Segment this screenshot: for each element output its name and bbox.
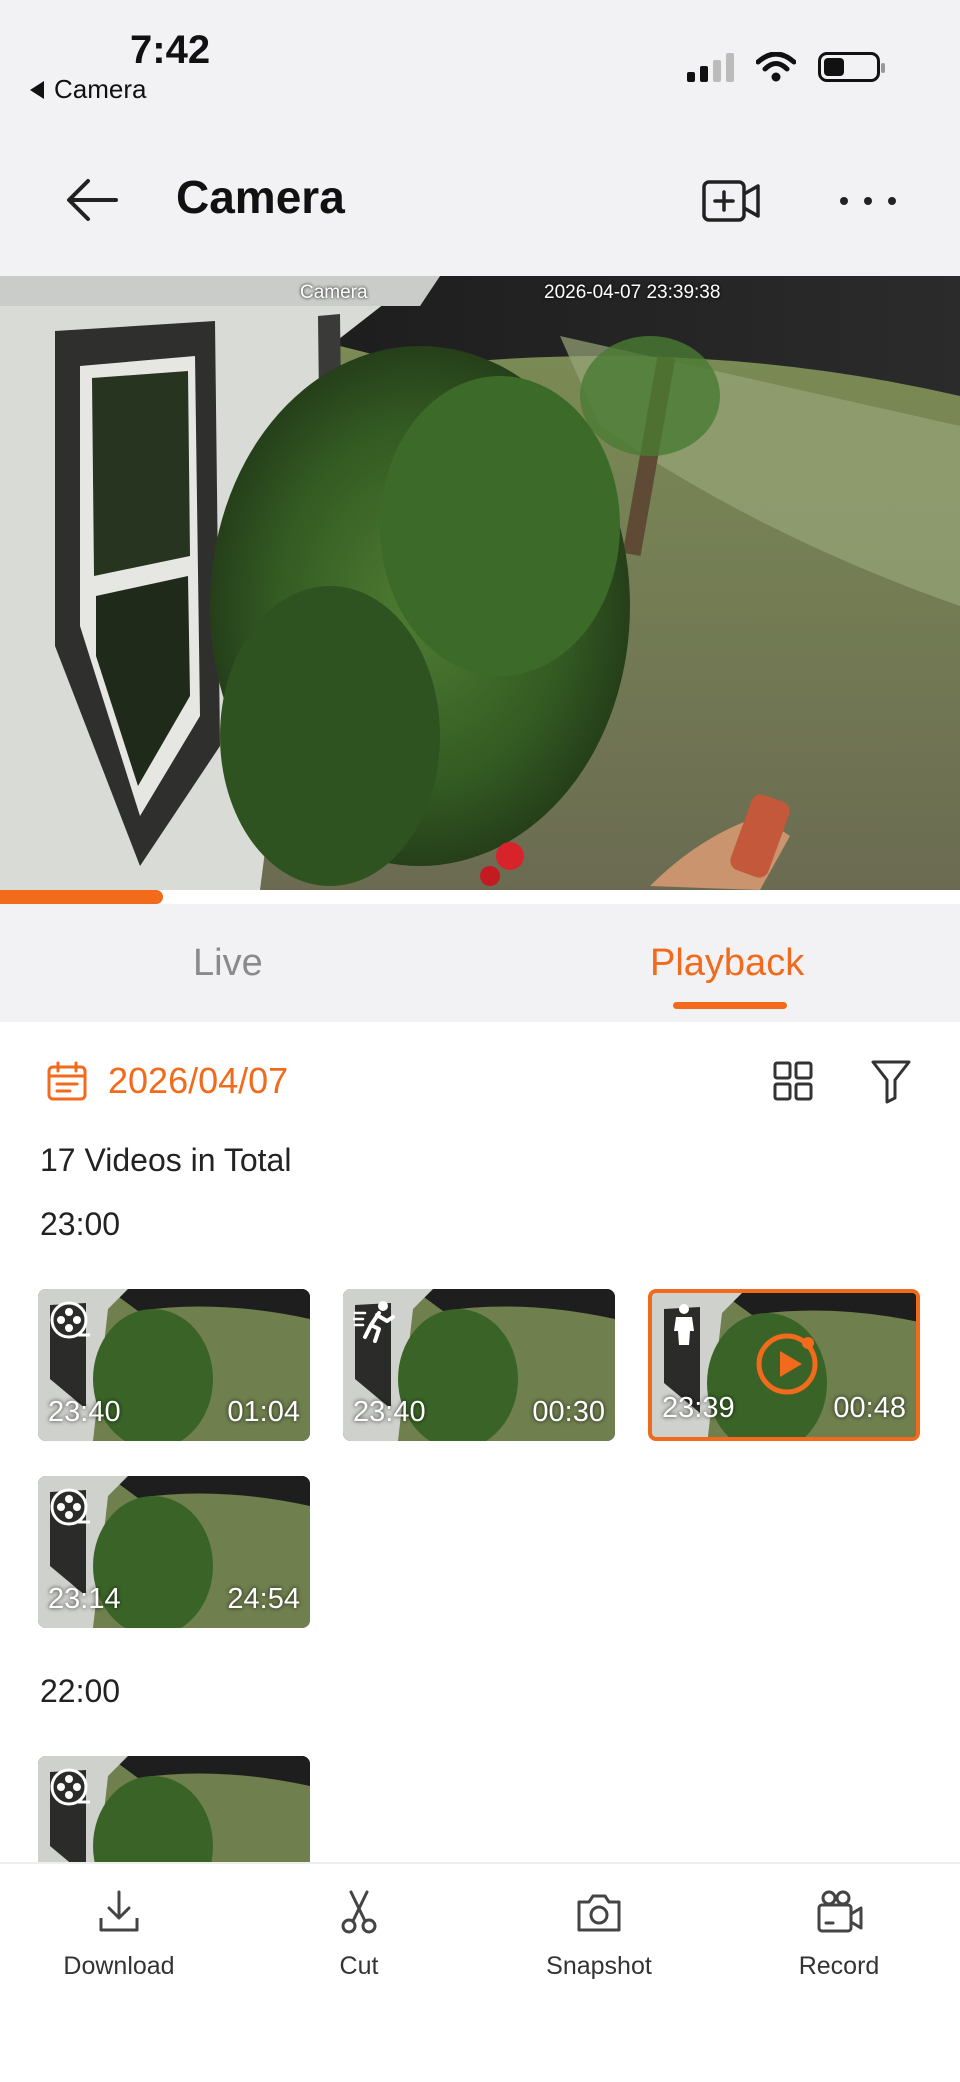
battery-icon bbox=[818, 52, 885, 82]
more-dot bbox=[888, 197, 896, 205]
view-tabs: Live Playback bbox=[0, 904, 960, 1022]
video-clip-thumbnail-selected[interactable]: 23:39 00:48 bbox=[648, 1289, 920, 1441]
back-app-label: Camera bbox=[54, 74, 147, 104]
active-tab-indicator bbox=[673, 1002, 787, 1009]
clip-duration: 00:30 bbox=[532, 1396, 605, 1428]
record-button[interactable]: Record bbox=[749, 1888, 929, 1981]
cut-button[interactable]: Cut bbox=[269, 1888, 449, 1981]
more-button[interactable] bbox=[840, 176, 896, 226]
playback-progress-fill bbox=[0, 890, 164, 904]
date-picker[interactable]: 2026/04/07 bbox=[108, 1060, 288, 1102]
status-icons bbox=[687, 52, 885, 82]
record-label: Record bbox=[798, 1952, 880, 1980]
camera-view-image bbox=[0, 276, 960, 890]
clip-start-time: 23:40 bbox=[353, 1396, 426, 1428]
calendar-icon[interactable] bbox=[46, 1060, 88, 1102]
osd-timestamp: 2026-04-07 23:39:38 bbox=[544, 282, 721, 303]
video-player[interactable]: Camera 2026-04-07 23:39:38 bbox=[0, 276, 960, 890]
clip-duration: 00:48 bbox=[833, 1392, 906, 1424]
download-icon bbox=[99, 1890, 139, 1932]
cut-label: Cut bbox=[339, 1952, 379, 1980]
clip-start-time: 23:14 bbox=[48, 1583, 121, 1615]
motion-icon bbox=[353, 1301, 395, 1343]
clip-duration: 24:54 bbox=[227, 1583, 300, 1615]
download-button[interactable]: Download bbox=[29, 1888, 209, 1981]
date-filter-row: 2026/04/07 bbox=[0, 1022, 960, 1138]
status-bar: 7:42 Camera bbox=[0, 0, 960, 130]
video-clip-thumbnail[interactable]: 23:40 01:04 bbox=[38, 1289, 310, 1441]
cellular-signal-icon bbox=[687, 52, 734, 82]
clip-start-time: 23:39 bbox=[662, 1392, 735, 1424]
grid-view-icon[interactable] bbox=[772, 1060, 814, 1102]
hour-header: 23:00 bbox=[40, 1206, 121, 1242]
hour-header: 22:00 bbox=[40, 1673, 121, 1709]
camera-playback-screen: 7:42 Camera Camera Camera 2026-04-07 23:… bbox=[0, 0, 960, 2082]
arrow-left-icon bbox=[67, 179, 118, 221]
video-camera-icon bbox=[817, 1890, 863, 1933]
back-to-app-link[interactable]: Camera bbox=[30, 74, 146, 105]
person-icon bbox=[674, 1304, 694, 1345]
camera-icon bbox=[577, 1894, 621, 1932]
snapshot-button[interactable]: Snapshot bbox=[509, 1888, 689, 1981]
add-camera-button[interactable] bbox=[700, 170, 762, 232]
back-button[interactable] bbox=[62, 170, 122, 230]
status-time: 7:42 bbox=[130, 28, 211, 72]
reel-icon bbox=[50, 1301, 90, 1339]
page-title: Camera bbox=[176, 171, 345, 223]
reel-icon bbox=[50, 1488, 90, 1526]
video-clip-thumbnail[interactable]: 23:14 24:54 bbox=[38, 1476, 310, 1628]
download-label: Download bbox=[63, 1952, 175, 1980]
wifi-icon bbox=[756, 52, 796, 82]
play-icon[interactable] bbox=[754, 1331, 820, 1397]
reel-icon bbox=[50, 1768, 90, 1806]
video-clip-thumbnail[interactable]: 23:40 00:30 bbox=[343, 1289, 615, 1441]
bottom-toolbar: Download Cut Snapshot Record bbox=[0, 1862, 960, 2082]
more-dot bbox=[840, 197, 848, 205]
nav-bar: Camera bbox=[0, 130, 960, 276]
clip-duration: 01:04 bbox=[227, 1396, 300, 1428]
video-clip-thumbnail[interactable] bbox=[38, 1756, 310, 1862]
back-triangle-icon bbox=[30, 80, 44, 99]
snapshot-label: Snapshot bbox=[546, 1952, 652, 1980]
more-dot bbox=[864, 197, 872, 205]
filter-icon[interactable] bbox=[870, 1058, 912, 1104]
clip-start-time: 23:40 bbox=[48, 1396, 121, 1428]
videos-total-count: 17 Videos in Total bbox=[40, 1142, 292, 1178]
scissors-icon bbox=[341, 1890, 377, 1934]
osd-camera-name: Camera bbox=[300, 282, 368, 303]
tab-live[interactable]: Live bbox=[193, 942, 263, 985]
add-camera-icon bbox=[702, 180, 760, 222]
tab-playback[interactable]: Playback bbox=[650, 942, 804, 985]
